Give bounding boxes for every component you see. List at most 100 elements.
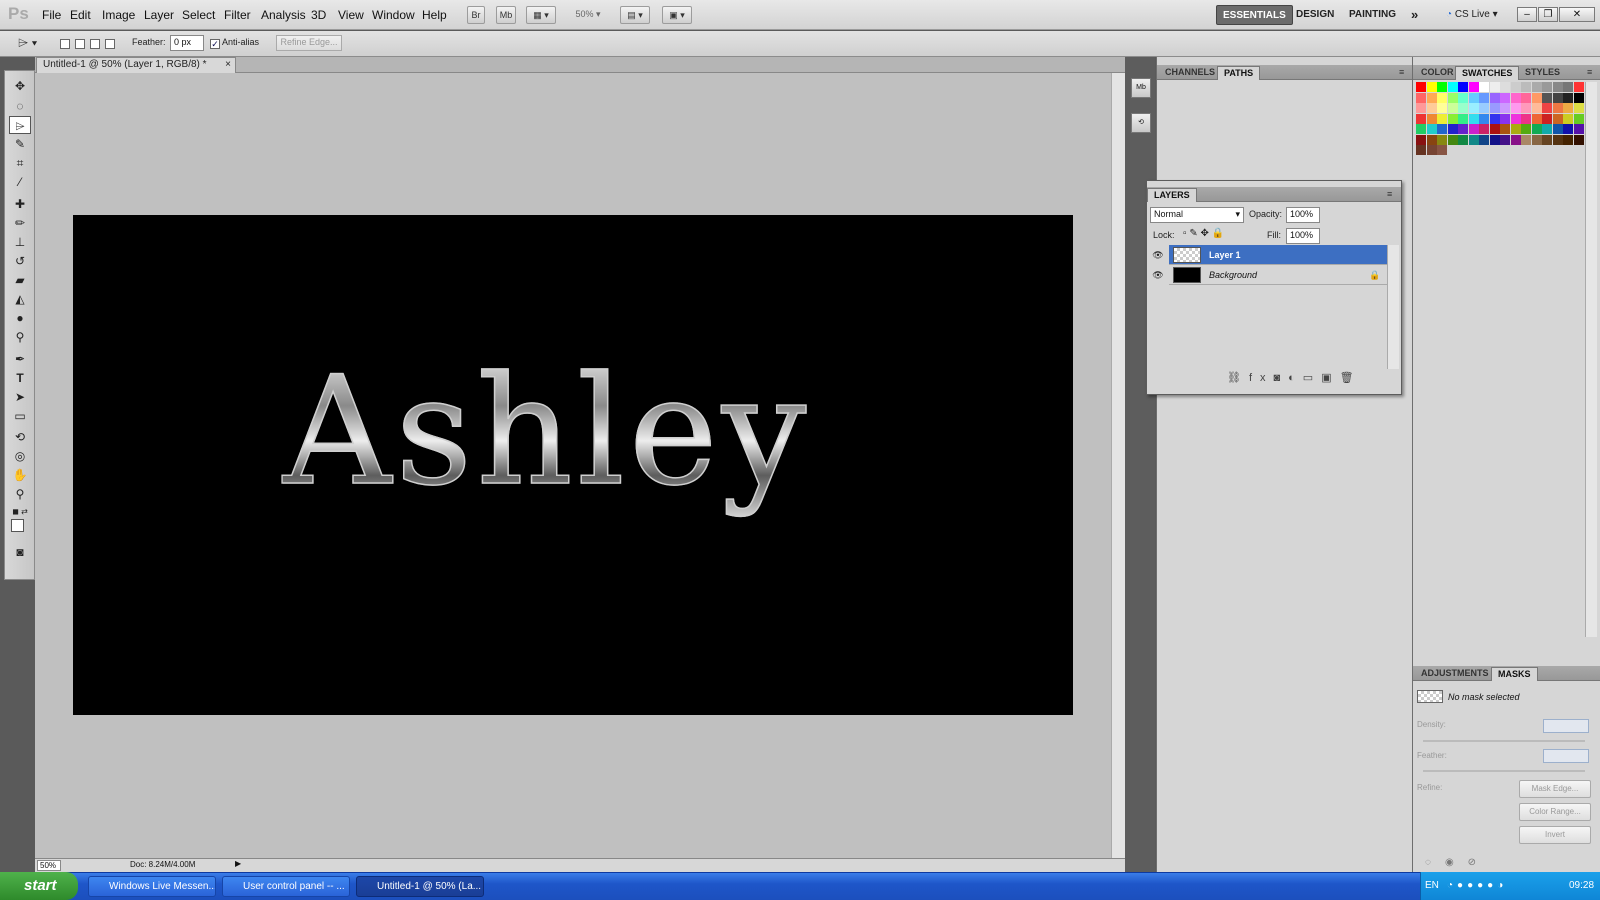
swatch[interactable]: [1458, 113, 1468, 124]
swatch[interactable]: [1447, 82, 1458, 92]
swatch[interactable]: [1521, 82, 1531, 92]
tab-adjustments[interactable]: ADJUSTMENTS: [1415, 667, 1495, 681]
restore-button[interactable]: ❐: [1538, 7, 1558, 22]
menu-analysis[interactable]: Analysis: [261, 8, 306, 22]
swatch[interactable]: [1426, 113, 1437, 124]
swatch[interactable]: [1447, 113, 1458, 124]
close-document-icon[interactable]: ×: [225, 58, 231, 72]
tab-channels[interactable]: CHANNELS: [1159, 66, 1221, 80]
mini-bridge-button[interactable]: Mb: [496, 6, 516, 24]
swatch[interactable]: [1437, 113, 1447, 124]
swatch[interactable]: [1489, 82, 1500, 92]
swatch[interactable]: [1416, 113, 1426, 124]
swatch[interactable]: [1573, 124, 1584, 134]
swatch[interactable]: [1426, 103, 1437, 113]
quick-selection-tool-icon[interactable]: ✎: [9, 135, 31, 153]
panel-menu-icon[interactable]: ≡: [1393, 66, 1410, 80]
swatch[interactable]: [1447, 92, 1458, 103]
layer-visibility-eye-icon[interactable]: 👁: [1151, 248, 1165, 262]
workspace-more-button[interactable]: »: [1411, 5, 1418, 25]
density-slider[interactable]: [1423, 740, 1585, 742]
swatch[interactable]: [1489, 92, 1500, 103]
tab-layers[interactable]: LAYERS: [1147, 188, 1197, 202]
add-to-selection-icon[interactable]: [75, 39, 85, 49]
swatch[interactable]: [1542, 113, 1552, 124]
paint-bucket-tool-icon[interactable]: ◭: [9, 290, 31, 308]
close-button[interactable]: ✕: [1559, 7, 1595, 22]
swatch[interactable]: [1426, 82, 1437, 92]
swatch[interactable]: [1552, 82, 1563, 92]
mask-feather-slider[interactable]: [1423, 770, 1585, 772]
swatch[interactable]: [1447, 103, 1458, 113]
swatch[interactable]: [1447, 134, 1458, 145]
swatch[interactable]: [1468, 103, 1479, 113]
color-range-button[interactable]: Color Range...: [1519, 803, 1591, 821]
tab-color[interactable]: COLOR: [1415, 66, 1460, 80]
swatch[interactable]: [1542, 92, 1552, 103]
move-tool-icon[interactable]: ✥: [9, 77, 31, 95]
history-brush-tool-icon[interactable]: ↺: [9, 252, 31, 270]
status-menu-arrow-icon[interactable]: ▶: [235, 859, 241, 868]
swatch[interactable]: [1468, 124, 1479, 134]
polygonal-lasso-preset-icon[interactable]: ⌲ ▾: [18, 35, 37, 51]
swatch[interactable]: [1479, 134, 1489, 145]
swatch[interactable]: [1479, 82, 1489, 92]
swatch[interactable]: [1552, 92, 1563, 103]
swatch[interactable]: [1563, 92, 1573, 103]
swatch[interactable]: [1552, 113, 1563, 124]
swatch[interactable]: [1500, 92, 1510, 103]
swatch[interactable]: [1447, 124, 1458, 134]
document-tab[interactable]: Untitled-1 @ 50% (Layer 1, RGB/8) * ×: [36, 57, 236, 73]
swatch[interactable]: [1531, 113, 1542, 124]
swatch[interactable]: [1531, 134, 1542, 145]
layer-row-layer-1[interactable]: Layer 1: [1169, 245, 1389, 265]
swatch[interactable]: [1416, 124, 1426, 134]
menu-filter[interactable]: Filter: [224, 8, 251, 22]
view-extras-button[interactable]: ▦ ▾: [526, 6, 556, 24]
menu-file[interactable]: File: [42, 8, 61, 22]
swatch[interactable]: [1510, 113, 1521, 124]
swatch[interactable]: [1521, 134, 1531, 145]
invert-button[interactable]: Invert: [1519, 826, 1591, 844]
swatch[interactable]: [1573, 113, 1584, 124]
taskbar-item-messenger[interactable]: Windows Live Messen...: [88, 876, 216, 897]
swatch[interactable]: [1458, 92, 1468, 103]
swatch[interactable]: [1531, 92, 1542, 103]
swatch[interactable]: [1500, 124, 1510, 134]
swatch[interactable]: [1416, 103, 1426, 113]
swatch-grid[interactable]: [1416, 82, 1586, 160]
crop-tool-icon[interactable]: ⌗: [9, 154, 31, 172]
swatch[interactable]: [1552, 134, 1563, 145]
eyedropper-tool-icon[interactable]: ⁄: [9, 173, 31, 191]
swatch[interactable]: [1489, 103, 1500, 113]
zoom-tool-icon[interactable]: ⚲: [9, 485, 31, 503]
swatch[interactable]: [1458, 124, 1468, 134]
eraser-tool-icon[interactable]: ▰: [9, 271, 31, 289]
marquee-tool-icon[interactable]: ◌: [9, 97, 31, 115]
swatch[interactable]: [1552, 103, 1563, 113]
language-indicator[interactable]: EN: [1425, 872, 1439, 900]
swatch[interactable]: [1573, 82, 1584, 92]
pen-tool-icon[interactable]: ✒: [9, 350, 31, 368]
swatch[interactable]: [1416, 92, 1426, 103]
tab-swatches[interactable]: SWATCHES: [1455, 66, 1520, 80]
swatch[interactable]: [1479, 113, 1489, 124]
density-input[interactable]: [1543, 719, 1589, 733]
swatch[interactable]: [1521, 103, 1531, 113]
menu-layer[interactable]: Layer: [144, 8, 174, 22]
3d-orbit-tool-icon[interactable]: ◎: [9, 447, 31, 465]
swatch[interactable]: [1531, 124, 1542, 134]
swatch[interactable]: [1426, 145, 1437, 155]
mini-bridge-panel-icon[interactable]: Mb: [1131, 78, 1151, 98]
swatch[interactable]: [1426, 124, 1437, 134]
swatch[interactable]: [1458, 82, 1468, 92]
history-panel-icon[interactable]: ⟲: [1131, 113, 1151, 133]
screen-mode-button[interactable]: ▣ ▾: [662, 6, 692, 24]
swatch[interactable]: [1426, 92, 1437, 103]
swatch[interactable]: [1468, 92, 1479, 103]
swatch[interactable]: [1500, 134, 1510, 145]
swatch[interactable]: [1437, 134, 1447, 145]
lasso-tool-icon[interactable]: ⌲: [9, 116, 31, 134]
panel-menu-icon[interactable]: ≡: [1581, 66, 1598, 80]
subtract-from-selection-icon[interactable]: [90, 39, 100, 49]
